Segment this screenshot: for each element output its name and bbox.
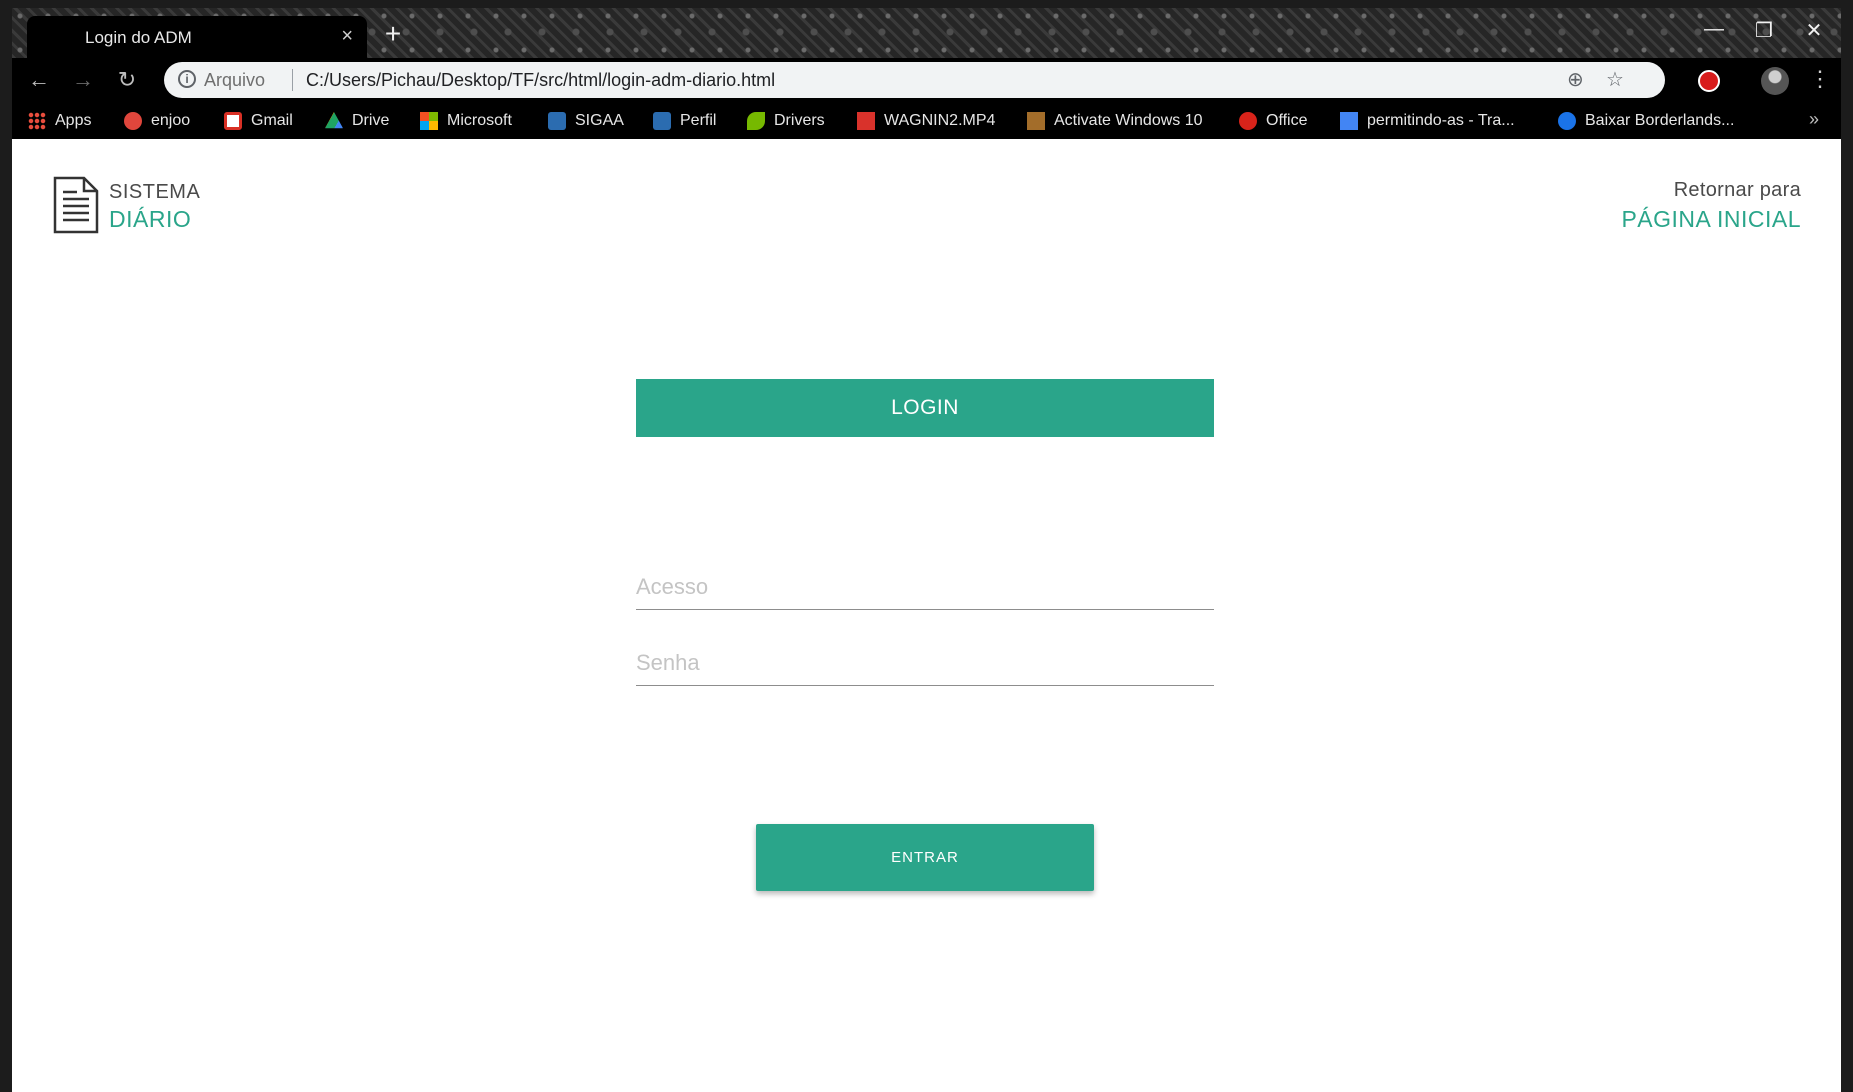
brand-title-bottom: DIÁRIO	[109, 206, 192, 232]
return-target: PÁGINA INICIAL	[1621, 206, 1801, 232]
scheme-label: Arquivo	[204, 70, 266, 90]
close-window-icon[interactable]: ✕	[1794, 18, 1834, 43]
bookmark-label: Drive	[352, 112, 390, 129]
title-bar: Login do ADM × + — ❐ ✕	[12, 8, 1841, 58]
translate-icon	[1340, 112, 1358, 130]
microsoft-icon	[420, 112, 438, 130]
bookmark-label: Activate Windows 10	[1054, 112, 1203, 129]
password-input[interactable]	[636, 640, 1214, 686]
page-content: SISTEMA DIÁRIO Retornar para PÁGINA INIC…	[12, 139, 1841, 1092]
bookmark-label: Gmail	[251, 112, 293, 129]
tab-login-adm[interactable]: Login do ADM ×	[27, 16, 367, 58]
browser-window: Login do ADM × + — ❐ ✕ ← → ↻ i Arquivo C…	[12, 8, 1841, 1092]
bookmark-star-icon[interactable]: ☆	[1606, 67, 1624, 92]
access-input[interactable]	[636, 564, 1214, 610]
bookmark-drive[interactable]: Drive	[325, 110, 389, 132]
document-icon	[53, 176, 99, 234]
bookmark-wagnin2[interactable]: WAGNIN2.MP4	[857, 110, 995, 132]
sigaa-icon	[548, 112, 566, 130]
omnibox-divider	[292, 69, 293, 91]
brand-title-top: SISTEMA	[109, 181, 201, 203]
bookmark-label: WAGNIN2.MP4	[884, 112, 996, 129]
bookmark-borderlands[interactable]: Baixar Borderlands...	[1558, 110, 1734, 132]
bookmark-label: SIGAA	[575, 112, 624, 129]
extension-icon[interactable]	[1698, 70, 1720, 92]
bookmark-perfil[interactable]: Perfil	[653, 110, 716, 132]
tab-title: Login do ADM	[85, 28, 192, 47]
forward-icon[interactable]: →	[70, 67, 96, 93]
bookmark-label: Apps	[55, 112, 92, 129]
gmail-icon	[224, 112, 242, 130]
zoom-icon[interactable]: ⊕	[1567, 67, 1584, 92]
bookmark-drivers[interactable]: Drivers	[747, 110, 825, 132]
windows-icon	[1027, 112, 1045, 130]
bookmark-permitindo[interactable]: permitindo-as - Tra...	[1340, 110, 1515, 132]
reload-icon[interactable]: ↻	[114, 67, 140, 93]
bookmark-label: Microsoft	[447, 112, 512, 129]
enter-button[interactable]: ENTRAR	[756, 824, 1094, 891]
bookmark-apps[interactable]: Apps	[28, 110, 91, 132]
return-home-link[interactable]: Retornar para PÁGINA INICIAL	[1621, 179, 1801, 233]
drive-icon	[325, 112, 343, 129]
minimize-icon[interactable]: —	[1694, 18, 1734, 41]
bookmarks-overflow-icon[interactable]: »	[1809, 109, 1819, 130]
back-icon[interactable]: ←	[26, 67, 52, 93]
return-label: Retornar para	[1673, 179, 1801, 201]
bookmark-gmail[interactable]: Gmail	[224, 110, 293, 132]
nvidia-icon	[747, 112, 765, 130]
enjoo-icon	[124, 112, 142, 130]
info-icon[interactable]: i	[178, 70, 196, 88]
bookmark-microsoft[interactable]: Microsoft	[420, 110, 512, 132]
bookmark-label: Baixar Borderlands...	[1585, 112, 1735, 129]
address-bar[interactable]: i Arquivo C:/Users/Pichau/Desktop/TF/src…	[164, 62, 1665, 98]
restore-icon[interactable]: ❐	[1744, 18, 1784, 43]
login-title: LOGIN	[636, 379, 1214, 437]
menu-icon[interactable]: ⋮	[1809, 66, 1831, 92]
bookmark-enjoo[interactable]: enjoo	[124, 110, 190, 132]
bookmark-label: Office	[1266, 112, 1308, 129]
tab-close-icon[interactable]: ×	[341, 25, 353, 48]
video-icon	[857, 112, 875, 130]
new-tab-icon[interactable]: +	[378, 20, 408, 50]
bookmark-label: Perfil	[680, 112, 717, 129]
perfil-icon	[653, 112, 671, 130]
bookmark-label: enjoo	[151, 112, 191, 129]
office-icon	[1239, 112, 1257, 130]
profile-avatar[interactable]	[1761, 67, 1789, 95]
bookmark-office[interactable]: Office	[1239, 110, 1308, 132]
url-text[interactable]: C:/Users/Pichau/Desktop/TF/src/html/logi…	[306, 70, 775, 91]
browser-toolbar: ← → ↻ i Arquivo C:/Users/Pichau/Desktop/…	[12, 58, 1841, 101]
apps-grid-icon	[28, 112, 46, 130]
download-icon	[1558, 112, 1576, 130]
bookmark-label: Drivers	[774, 112, 825, 129]
bookmark-label: permitindo-as - Tra...	[1367, 112, 1515, 129]
bookmarks-bar: Apps enjoo Gmail Drive Microsoft SIGAA P…	[12, 101, 1841, 139]
bookmark-activate-windows[interactable]: Activate Windows 10	[1027, 110, 1203, 132]
bookmark-sigaa[interactable]: SIGAA	[548, 110, 624, 132]
